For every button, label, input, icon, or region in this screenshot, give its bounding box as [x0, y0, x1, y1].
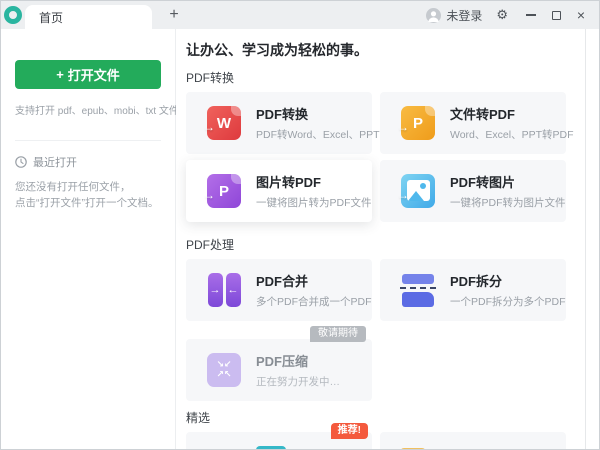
file-to-pdf-icon: P →: [399, 104, 437, 142]
card-title: PDF转换: [256, 104, 380, 123]
titlebar-controls: 未登录 ⚙ ×: [426, 5, 599, 25]
into-arrow-icon: →: [203, 189, 215, 201]
featured-left-icon: [256, 446, 286, 450]
pdf-to-word-icon: W →: [205, 104, 243, 142]
card-pdf-compress: 敬请期待 ↘↙ ↗↖ PDF压缩 正在努力开发中…: [186, 339, 372, 401]
user-login[interactable]: 未登录: [426, 7, 482, 24]
maximize-button[interactable]: [546, 5, 566, 25]
card-pdf-merge[interactable]: → ← PDF合并 多个PDF合并成一个PDF: [186, 259, 372, 321]
sidebar: + 打开文件 支持打开 pdf、epub、mobi、txt 文件 最近打开 您还…: [1, 29, 176, 450]
card-subtitle: 一键将PDF转为图片文件: [450, 195, 566, 210]
featured-card-right[interactable]: [380, 432, 566, 450]
featured-grid: 推荐!: [186, 432, 566, 450]
into-arrow-icon: →: [397, 189, 409, 201]
clock-icon: [15, 156, 27, 168]
main-content: 让办公、学习成为轻松的事。 PDF转换 W → PDF转换 PDF转Word、E…: [176, 29, 599, 450]
new-tab-button[interactable]: +: [164, 5, 184, 25]
section-label-pdf-convert: PDF转换: [186, 71, 599, 86]
scrollbar[interactable]: [585, 29, 586, 450]
card-title: 文件转PDF: [450, 104, 574, 123]
pdf-convert-grid: W → PDF转换 PDF转Word、Excel、PPT P →: [186, 92, 566, 222]
card-title: PDF压缩: [256, 351, 340, 370]
pdf-merge-icon: → ←: [205, 271, 243, 309]
app-logo-icon: [4, 6, 22, 24]
card-pdf-to-image[interactable]: → PDF转图片 一键将PDF转为图片文件: [380, 160, 566, 222]
card-subtitle: PDF转Word、Excel、PPT: [256, 127, 380, 142]
card-subtitle: 一个PDF拆分为多个PDF: [450, 294, 566, 309]
featured-card-left[interactable]: 推荐!: [186, 432, 372, 450]
into-arrow-icon: →: [203, 121, 215, 133]
sidebar-divider: [15, 140, 161, 141]
coming-soon-badge: 敬请期待: [310, 326, 366, 342]
open-file-button[interactable]: + 打开文件: [15, 60, 161, 89]
plus-icon: +: [56, 67, 64, 82]
card-title: 图片转PDF: [256, 172, 372, 191]
pdf-process-grid: → ← PDF合并 多个PDF合并成一个PDF PDF拆: [186, 259, 566, 321]
minimize-icon: [526, 14, 536, 16]
section-label-pdf-process: PDF处理: [186, 238, 599, 253]
card-file-to-pdf[interactable]: P → 文件转PDF Word、Excel、PPT转PDF: [380, 92, 566, 154]
into-arrow-icon: →: [397, 121, 409, 133]
card-title: PDF拆分: [450, 271, 566, 290]
supported-formats-text: 支持打开 pdf、epub、mobi、txt 文件: [15, 102, 161, 117]
image-to-pdf-icon: P →: [205, 172, 243, 210]
recent-files-header: 最近打开: [15, 154, 161, 170]
maximize-icon: [552, 11, 561, 20]
recent-files-title: 最近打开: [33, 154, 77, 170]
card-subtitle: 多个PDF合并成一个PDF: [256, 294, 372, 309]
card-pdf-to-word[interactable]: W → PDF转换 PDF转Word、Excel、PPT: [186, 92, 372, 154]
close-button[interactable]: ×: [571, 5, 591, 25]
window-body: + 打开文件 支持打开 pdf、epub、mobi、txt 文件 最近打开 您还…: [1, 29, 599, 450]
tab-home[interactable]: 首页: [25, 5, 152, 29]
avatar-icon: [426, 8, 441, 23]
app-window: 首页 + 未登录 ⚙ × + 打开文件 支持打开 pdf: [0, 0, 600, 450]
card-image-to-pdf[interactable]: P → 图片转PDF 一键将图片转为PDF文件: [186, 160, 372, 222]
open-file-label: 打开文件: [68, 65, 120, 84]
recent-empty-state: 您还没有打开任何文件， 点击“打开文件”打开一个文档。: [15, 179, 161, 212]
settings-gear-icon[interactable]: ⚙: [496, 7, 508, 23]
user-login-label: 未登录: [446, 7, 482, 24]
section-label-featured: 精选: [186, 411, 599, 426]
pdf-compress-icon: ↘↙ ↗↖: [205, 351, 243, 389]
recent-empty-line2: 点击“打开文件”打开一个文档。: [15, 195, 161, 211]
card-title: PDF转图片: [450, 172, 566, 191]
card-title: PDF合并: [256, 271, 372, 290]
pdf-to-image-icon: →: [399, 172, 437, 210]
card-subtitle: 一键将图片转为PDF文件: [256, 195, 372, 210]
recommend-badge: 推荐!: [331, 423, 368, 439]
card-pdf-split[interactable]: PDF拆分 一个PDF拆分为多个PDF: [380, 259, 566, 321]
pdf-compress-row: 敬请期待 ↘↙ ↗↖ PDF压缩 正在努力开发中…: [186, 339, 372, 401]
card-subtitle: Word、Excel、PPT转PDF: [450, 127, 574, 142]
minimize-button[interactable]: [521, 5, 541, 25]
recent-empty-line1: 您还没有打开任何文件，: [15, 179, 161, 195]
titlebar: 首页 + 未登录 ⚙ ×: [1, 1, 599, 29]
tab-home-label: 首页: [39, 9, 63, 26]
pdf-split-icon: [399, 271, 437, 309]
page-title: 让办公、学习成为轻松的事。: [186, 41, 599, 59]
card-subtitle: 正在努力开发中…: [256, 374, 340, 389]
